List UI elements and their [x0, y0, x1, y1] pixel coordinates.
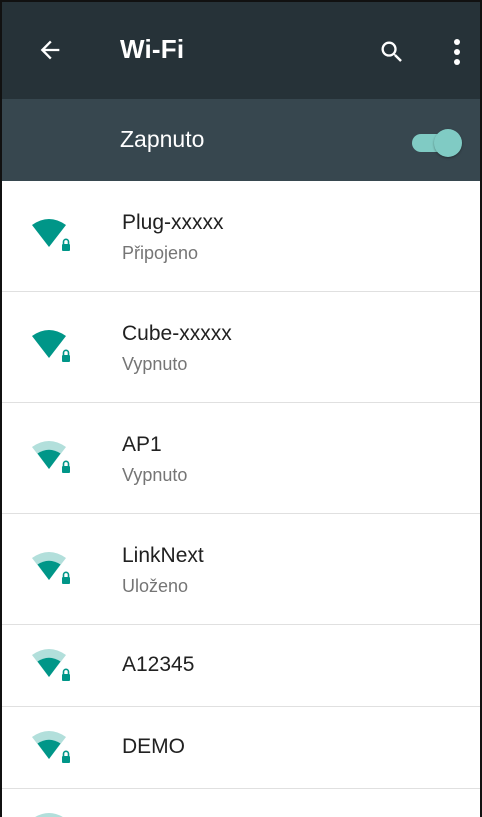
- network-status: Připojeno: [122, 243, 199, 263]
- network-name: LinkNext: [122, 544, 204, 567]
- wifi-signal-full-locked-icon: [32, 330, 70, 362]
- network-status: Vypnuto: [122, 465, 188, 485]
- network-item-linknext[interactable]: LinkNext Uloženo: [2, 514, 480, 625]
- wifi-settings-screen: Wi-Fi Zapnuto Plug-xxxxx Připojeno Cube-…: [0, 0, 482, 817]
- network-item-cube[interactable]: Cube-xxxxx Vypnuto: [2, 292, 480, 403]
- back-button[interactable]: [30, 30, 70, 70]
- search-button[interactable]: [372, 32, 412, 72]
- wifi-toggle-switch[interactable]: [408, 127, 464, 157]
- wifi-master-switch-bar[interactable]: Zapnuto: [2, 99, 480, 181]
- network-name: Plug-xxxxx: [122, 211, 224, 234]
- network-status: Uloženo: [122, 576, 189, 596]
- arrow-back-icon: [40, 40, 60, 60]
- network-item-plug[interactable]: Plug-xxxxx Připojeno: [2, 181, 480, 292]
- network-item-a12345[interactable]: A12345: [2, 625, 480, 707]
- wifi-signal-medium-locked-icon: [32, 552, 70, 584]
- network-name: AP1: [122, 433, 162, 456]
- wifi-signal-medium-locked-icon: [32, 649, 70, 681]
- overflow-menu-button[interactable]: [442, 32, 472, 72]
- network-item-demo[interactable]: DEMO: [2, 707, 480, 789]
- toggle-thumb: [434, 129, 462, 157]
- more-vert-icon: [454, 39, 460, 65]
- network-item-ap1[interactable]: AP1 Vypnuto: [2, 403, 480, 514]
- wifi-switch-label: Zapnuto: [120, 126, 205, 152]
- network-status: Vypnuto: [122, 354, 188, 374]
- wifi-signal-full-locked-icon: [32, 219, 70, 251]
- network-item-partial[interactable]: [2, 789, 480, 817]
- network-name: Cube-xxxxx: [122, 322, 232, 345]
- app-bar: Wi-Fi: [2, 2, 480, 99]
- page-title: Wi-Fi: [120, 34, 185, 64]
- network-list: Plug-xxxxx Připojeno Cube-xxxxx Vypnuto …: [2, 181, 480, 789]
- search-icon: [381, 41, 402, 62]
- wifi-signal-medium-locked-icon: [32, 441, 70, 473]
- wifi-signal-icon: [35, 813, 63, 817]
- wifi-signal-medium-locked-icon: [32, 731, 70, 763]
- network-name: DEMO: [122, 735, 185, 758]
- network-name: A12345: [122, 653, 195, 676]
